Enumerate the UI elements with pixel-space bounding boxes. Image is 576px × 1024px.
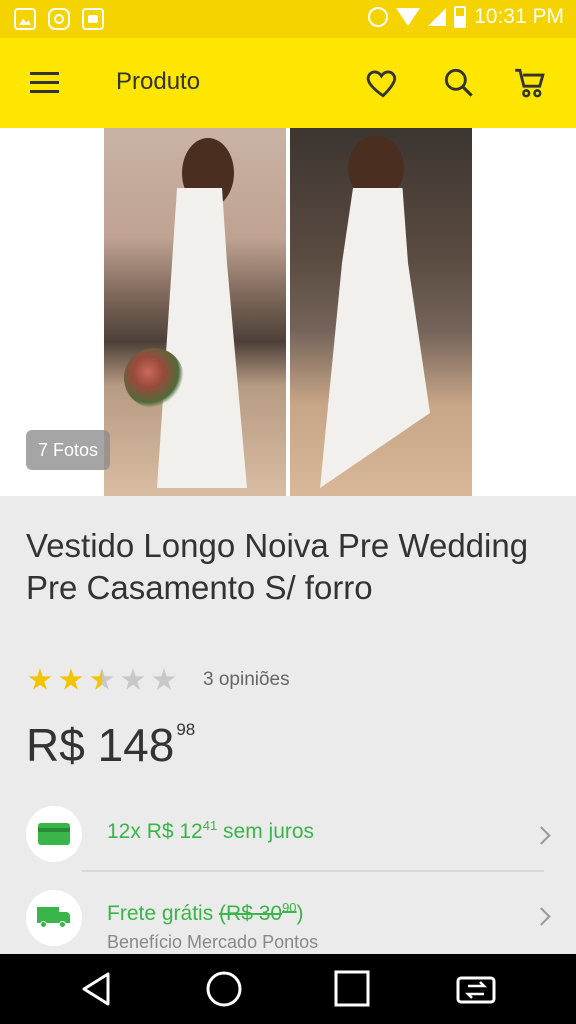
app-toolbar: Produto <box>0 38 576 128</box>
installments-suffix: sem juros <box>217 820 315 843</box>
product-photo-1[interactable] <box>104 128 286 496</box>
shipping-icon-circle <box>26 890 82 946</box>
divider <box>82 870 544 872</box>
product-price: R$ 148 98 <box>26 718 195 772</box>
old-price-close: ) <box>296 902 304 925</box>
heart-icon[interactable] <box>364 64 402 102</box>
product-image-gallery[interactable]: 7 Fotos <box>0 128 576 496</box>
cart-icon[interactable] <box>512 64 550 102</box>
old-shipping-price: (R$ 3090 <box>219 900 297 925</box>
star-full-icon <box>59 668 83 690</box>
installments-text: 12x R$ 1241 sem juros <box>107 818 314 844</box>
free-shipping-label: Frete grátis <box>107 902 220 925</box>
star-empty-icon <box>152 668 176 690</box>
chat-notification-icon <box>82 8 104 30</box>
review-count[interactable]: 3 opiniões <box>203 669 290 691</box>
credit-card-icon <box>38 823 70 845</box>
recents-icon[interactable] <box>330 968 374 1010</box>
battery-icon <box>454 6 467 28</box>
gallery-notification-icon <box>14 8 36 30</box>
installments-cents: 41 <box>202 818 218 833</box>
menu-icon[interactable] <box>30 72 59 94</box>
old-price-amount: (R$ 30 <box>219 902 283 925</box>
system-indicators: 10:31 PM <box>368 5 564 29</box>
cell-signal-icon <box>428 8 447 26</box>
star-full-icon <box>28 668 52 690</box>
home-icon[interactable] <box>202 968 246 1010</box>
status-bar: 10:31 PM <box>0 0 576 38</box>
chevron-right-icon[interactable] <box>532 826 551 845</box>
shipping-benefit: Benefício Mercado Pontos <box>107 932 319 952</box>
alarm-icon <box>368 7 389 27</box>
instagram-notification-icon <box>48 8 70 30</box>
product-rating[interactable]: 3 opiniões <box>28 668 290 692</box>
star-half-icon <box>90 668 114 690</box>
product-photo-2[interactable] <box>290 128 472 496</box>
switch-app-icon[interactable] <box>454 968 498 1010</box>
installments-icon-circle <box>26 806 82 862</box>
price-cents: 98 <box>176 720 196 739</box>
truck-icon <box>37 907 71 928</box>
notification-icons <box>14 8 104 30</box>
wifi-icon <box>396 8 421 26</box>
shipping-row[interactable]: Frete grátis (R$ 3090) Benefício Mercado… <box>0 888 576 954</box>
photo-count-badge[interactable]: 7 Fotos <box>26 430 111 470</box>
android-nav-bar <box>0 954 576 1024</box>
page-title: Produto <box>116 68 201 95</box>
shipping-text: Frete grátis (R$ 3090) <box>107 900 304 926</box>
search-icon[interactable] <box>440 64 478 102</box>
old-price-cents: 90 <box>282 900 297 915</box>
chevron-right-icon[interactable] <box>532 907 551 926</box>
star-empty-icon <box>121 668 145 690</box>
back-icon[interactable] <box>76 968 120 1010</box>
price-main: R$ 148 <box>26 719 175 771</box>
installments-amount: 12x R$ 12 <box>107 820 203 843</box>
installments-row[interactable]: 12x R$ 1241 sem juros <box>0 804 576 868</box>
clock: 10:31 PM <box>474 5 564 28</box>
product-title: Vestido Longo Noiva Pre Wedding Pre Casa… <box>26 527 529 606</box>
